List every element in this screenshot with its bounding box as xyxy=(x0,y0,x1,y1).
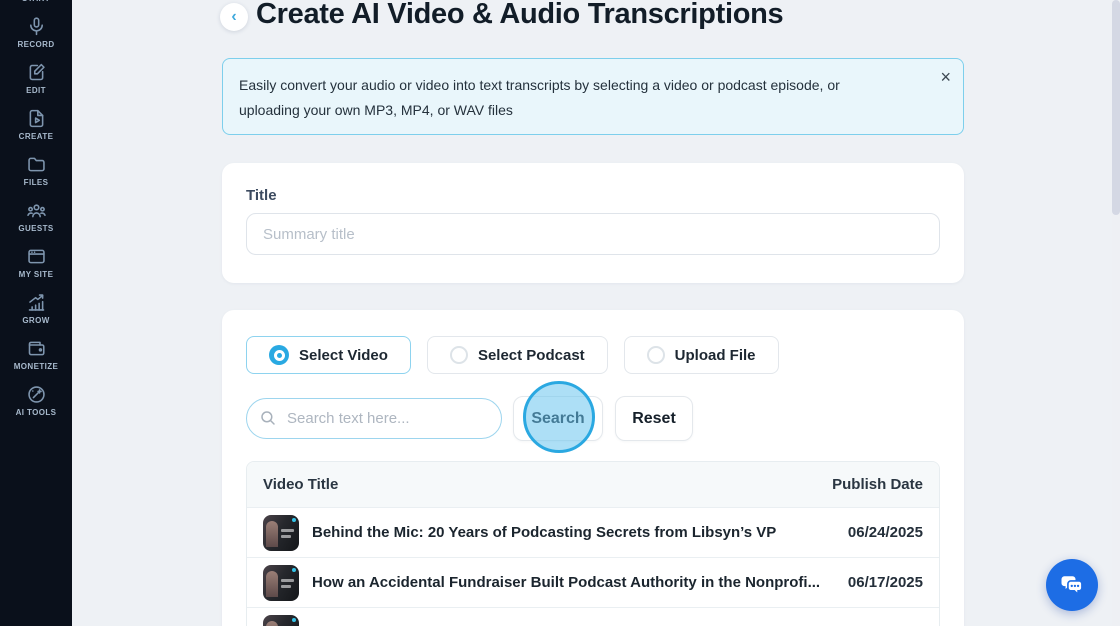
sidebar-item-record[interactable]: RECORD xyxy=(0,16,72,49)
radio-selected-icon xyxy=(269,345,289,365)
reset-button[interactable]: Reset xyxy=(615,396,693,441)
sidebar-item-create[interactable]: CREATE xyxy=(0,108,72,141)
radio-unselected-icon xyxy=(449,346,468,364)
growth-chart-icon xyxy=(26,292,47,313)
folder-icon xyxy=(26,154,47,175)
column-publish-date: Publish Date xyxy=(832,476,923,493)
close-icon[interactable]: × xyxy=(940,67,951,87)
search-input[interactable] xyxy=(246,398,502,439)
source-selector-card: Select Video Select Podcast Upload File … xyxy=(222,310,964,626)
info-banner: Easily convert your audio or video into … xyxy=(222,58,964,135)
title-field-label: Title xyxy=(246,187,277,204)
edit-document-icon xyxy=(26,62,47,83)
page-title: Create AI Video & Audio Transcriptions xyxy=(256,0,784,30)
video-title: How an Accidental Fundraiser Built Podca… xyxy=(312,574,821,591)
sidebar-item-label: MONETIZE xyxy=(13,362,59,371)
sidebar-item-label: AI TOOLS xyxy=(15,408,57,417)
sidebar-item-label: MY SITE xyxy=(18,270,54,279)
radio-select-podcast[interactable]: Select Podcast xyxy=(426,336,608,374)
radio-upload-file[interactable]: Upload File xyxy=(623,336,779,374)
video-thumbnail xyxy=(263,614,299,626)
radio-label: Upload File xyxy=(674,346,756,364)
search-icon xyxy=(259,409,277,427)
video-thumbnail xyxy=(263,514,299,551)
sidebar-item-edit[interactable]: EDIT xyxy=(0,62,72,95)
table-row[interactable]: How an Accidental Fundraiser Built Podca… xyxy=(247,557,939,607)
radio-select-video[interactable]: Select Video xyxy=(246,336,411,374)
table-row[interactable]: Behind the Mic: 20 Years of Podcasting S… xyxy=(247,507,939,557)
back-button[interactable]: ‹ xyxy=(220,3,248,31)
table-header: Video Title Publish Date xyxy=(247,462,939,507)
sidebar-item-label: GROW xyxy=(22,316,50,325)
sidebar-item-files[interactable]: FILES xyxy=(0,154,72,187)
sidebar-nav: START RECORD EDIT CREATE FILES GUESTS MY… xyxy=(0,0,72,626)
radio-unselected-icon xyxy=(646,346,665,364)
search-row: Search Reset xyxy=(246,396,693,441)
radio-label: Select Podcast xyxy=(477,346,585,364)
sidebar-item-label: EDIT xyxy=(26,86,46,95)
publish-date: 06/24/2025 xyxy=(847,524,923,541)
people-icon xyxy=(26,200,47,221)
sidebar-item-label: CREATE xyxy=(18,132,54,141)
sidebar-item-label: START xyxy=(22,0,50,3)
chat-widget-button[interactable] xyxy=(1046,559,1098,611)
main-content: ‹ Create AI Video & Audio Transcriptions… xyxy=(72,0,1120,626)
search-button[interactable]: Search xyxy=(513,396,603,441)
info-banner-text: Easily convert your audio or video into … xyxy=(239,77,840,118)
table-row[interactable]: The Loan Growth Formula: How a Niche Pod… xyxy=(247,607,939,626)
chat-bubbles-icon xyxy=(1058,571,1086,599)
source-option-group: Select Video Select Podcast Upload File xyxy=(246,336,940,374)
sidebar-item-label: GUESTS xyxy=(18,224,54,233)
sidebar-item-guests[interactable]: GUESTS xyxy=(0,200,72,233)
publish-date: 06/17/2025 xyxy=(847,574,923,591)
radio-label: Select Video xyxy=(299,346,388,364)
video-thumbnail xyxy=(263,564,299,601)
video-table: Video Title Publish Date Behind the Mic:… xyxy=(246,461,940,626)
search-box xyxy=(246,398,502,439)
wallet-icon xyxy=(26,338,47,359)
video-title: Behind the Mic: 20 Years of Podcasting S… xyxy=(312,524,777,541)
magic-wand-icon xyxy=(26,384,47,405)
create-media-icon xyxy=(26,108,47,129)
sidebar-item-monetize[interactable]: MONETIZE xyxy=(0,338,72,371)
sidebar-item-my-site[interactable]: MY SITE xyxy=(0,246,72,279)
sidebar-item-grow[interactable]: GROW xyxy=(0,292,72,325)
sidebar-item-start[interactable]: START xyxy=(0,0,72,3)
browser-window-icon xyxy=(26,246,47,267)
sidebar-item-label: FILES xyxy=(23,178,49,187)
summary-title-input[interactable] xyxy=(246,213,940,255)
page-scrollbar-track xyxy=(1112,0,1120,626)
sidebar-item-ai-tools[interactable]: AI TOOLS xyxy=(0,384,72,417)
microphone-icon xyxy=(26,16,47,37)
sidebar-item-label: RECORD xyxy=(17,40,55,49)
page-scrollbar-thumb[interactable] xyxy=(1112,0,1120,215)
title-filter-card: Title xyxy=(222,163,964,283)
column-video-title: Video Title xyxy=(263,476,339,493)
